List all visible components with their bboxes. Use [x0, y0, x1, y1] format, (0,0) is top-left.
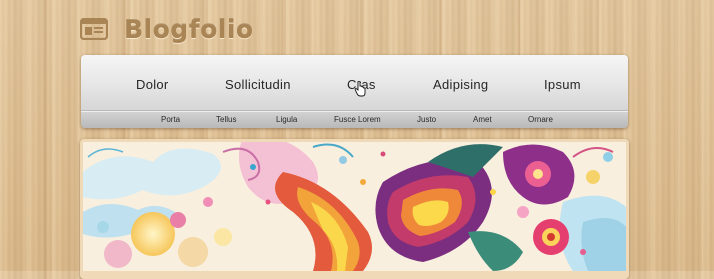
hand-cursor-icon	[354, 81, 366, 97]
subnav-item-porta[interactable]: Porta	[161, 115, 180, 124]
nav-item-adipising[interactable]: Adipising	[433, 77, 488, 92]
floral-illustration	[83, 142, 626, 271]
subnav-item-ornare[interactable]: Ornare	[528, 115, 553, 124]
subnav-item-ligula[interactable]: Ligula	[276, 115, 297, 124]
nav-item-sollicitudin[interactable]: Sollicitudin	[225, 77, 291, 92]
site-logo[interactable]: Blogfolio	[80, 14, 254, 44]
nav-item-ipsum[interactable]: Ipsum	[544, 77, 581, 92]
subnav-item-justo[interactable]: Justo	[417, 115, 436, 124]
layout-window-icon	[80, 18, 108, 40]
subnav-item-fusce-lorem[interactable]: Fusce Lorem	[334, 115, 381, 124]
subnav-item-amet[interactable]: Amet	[473, 115, 492, 124]
featured-banner-image[interactable]	[83, 142, 626, 271]
subnav-item-tellus[interactable]: Tellus	[216, 115, 236, 124]
nav-item-dolor[interactable]: Dolor	[136, 77, 169, 92]
sub-menu: Porta Tellus Ligula Fusce Lorem Justo Am…	[81, 111, 628, 128]
site-title: Blogfolio	[124, 14, 254, 44]
